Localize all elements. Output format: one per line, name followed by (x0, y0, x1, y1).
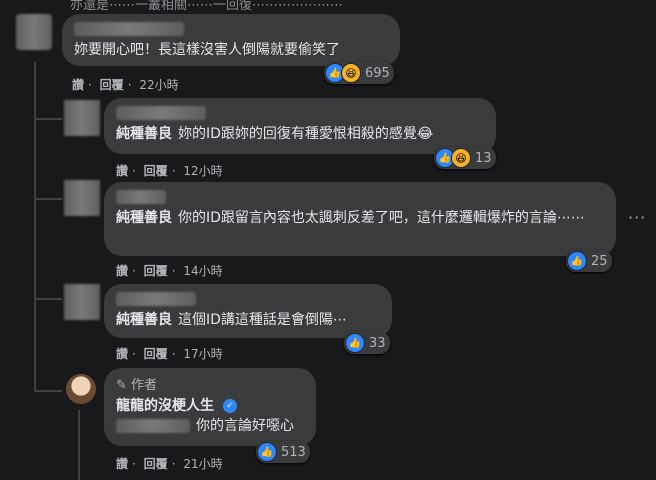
reaction-count: 33 (369, 335, 386, 351)
like-button[interactable]: 讚 (116, 457, 128, 471)
comment-actions: 讚 · 回覆 · 17小時 (116, 347, 223, 361)
avatar[interactable] (64, 284, 100, 320)
comment-bubble: 純種善良 你的ID跟留言內容也太諷刺反差了吧，這什麼邏輯爆炸的言論⋯⋯ (104, 182, 616, 256)
reaction-summary[interactable]: 👍 513 (256, 441, 310, 463)
pencil-icon: ✎ (116, 378, 127, 393)
thread-line (34, 62, 36, 392)
timestamp[interactable]: 17小時 (183, 347, 222, 361)
haha-icon: 😆 (341, 63, 361, 83)
comment-actions: 讚 · 回覆 · 14小時 (116, 264, 223, 278)
reply-button[interactable]: 回覆 (144, 457, 168, 471)
comment-text: 妳要開心吧！長這樣沒害人倒陽就要偷笑了 (74, 42, 340, 58)
like-icon: 👍 (345, 333, 365, 353)
reaction-summary[interactable]: 👍 33 (344, 332, 390, 354)
comment-bubble: 純種善良 妳的ID跟妳的回復有種愛恨相殺的感覺😂 (104, 98, 496, 154)
like-button[interactable]: 讚 (72, 78, 84, 92)
reaction-count: 25 (591, 253, 608, 269)
more-dots-icon[interactable]: ··· (628, 208, 646, 227)
reply-button[interactable]: 回覆 (100, 78, 124, 92)
comment-actions: 讚 · 回覆 · 12小時 (116, 164, 223, 178)
comment-actions: 讚 · 回覆 · 22小時 (72, 78, 179, 92)
like-button[interactable]: 讚 (116, 264, 128, 278)
comment-actions: 讚 · 回覆 · 21小時 (116, 457, 223, 471)
thread-line-root (78, 410, 80, 480)
mention-tag[interactable]: 純種善良 (116, 210, 172, 226)
comment-bubble: 妳要開心吧！長這樣沒害人倒陽就要偷笑了 (62, 14, 400, 66)
mention-tag[interactable]: 純種善良 (116, 312, 172, 328)
reaction-summary[interactable]: 👍 25 (566, 250, 612, 272)
comment-text: 你的言論好噁心 (196, 418, 294, 434)
author-badge: 作者 (131, 378, 158, 393)
mention-tag[interactable]: 純種善良 (116, 126, 172, 142)
avatar[interactable] (64, 100, 100, 136)
comment-text: 這個ID講這種話是會倒陽⋯ (178, 312, 347, 328)
reaction-summary[interactable]: 👍 😆 13 (434, 147, 496, 169)
mention-tag-blurred[interactable] (116, 419, 190, 433)
cut-off-comment-text: 亦還是⋯⋯一叢相關⋯⋯一回復⋯⋯⋯⋯⋯⋯⋯ (70, 0, 344, 13)
comment-bubble: ✎ 作者 龍龍的沒梗人生 ✓ 你的言論好噁心 (104, 368, 316, 446)
timestamp[interactable]: 12小時 (183, 164, 222, 178)
thread-branch (34, 298, 62, 300)
comment-text: 妳的ID跟妳的回復有種愛恨相殺的感覺😂 (178, 126, 434, 142)
reaction-count: 695 (365, 65, 390, 81)
reply-button[interactable]: 回覆 (144, 164, 168, 178)
reaction-count: 13 (475, 150, 492, 166)
verified-icon: ✓ (223, 399, 237, 413)
comment-bubble: 純種善良 這個ID講這種話是會倒陽⋯ (104, 284, 392, 338)
like-icon: 👍 (567, 251, 587, 271)
thread-branch (34, 118, 62, 120)
like-button[interactable]: 讚 (116, 347, 128, 361)
author-name[interactable]: 龍龍的沒梗人生 (116, 398, 214, 414)
commenter-name[interactable] (74, 22, 184, 36)
timestamp[interactable]: 22小時 (139, 78, 178, 92)
thread-branch (34, 390, 62, 392)
thread-branch (34, 198, 62, 200)
like-icon: 👍 (257, 442, 277, 462)
reply-button[interactable]: 回覆 (144, 347, 168, 361)
timestamp[interactable]: 21小時 (183, 457, 222, 471)
reply-button[interactable]: 回覆 (144, 264, 168, 278)
commenter-name[interactable] (116, 292, 196, 306)
author-avatar[interactable] (66, 374, 96, 404)
comment-text: 你的ID跟留言內容也太諷刺反差了吧，這什麼邏輯爆炸的言論⋯⋯ (178, 210, 585, 226)
timestamp[interactable]: 14小時 (183, 264, 222, 278)
like-button[interactable]: 讚 (116, 164, 128, 178)
haha-icon: 😆 (451, 148, 471, 168)
avatar[interactable] (16, 14, 52, 50)
commenter-name[interactable] (116, 190, 166, 204)
reaction-count: 513 (281, 444, 306, 460)
avatar[interactable] (64, 180, 100, 216)
commenter-name[interactable] (116, 106, 206, 120)
reaction-summary[interactable]: 👍 😆 695 (324, 62, 394, 84)
